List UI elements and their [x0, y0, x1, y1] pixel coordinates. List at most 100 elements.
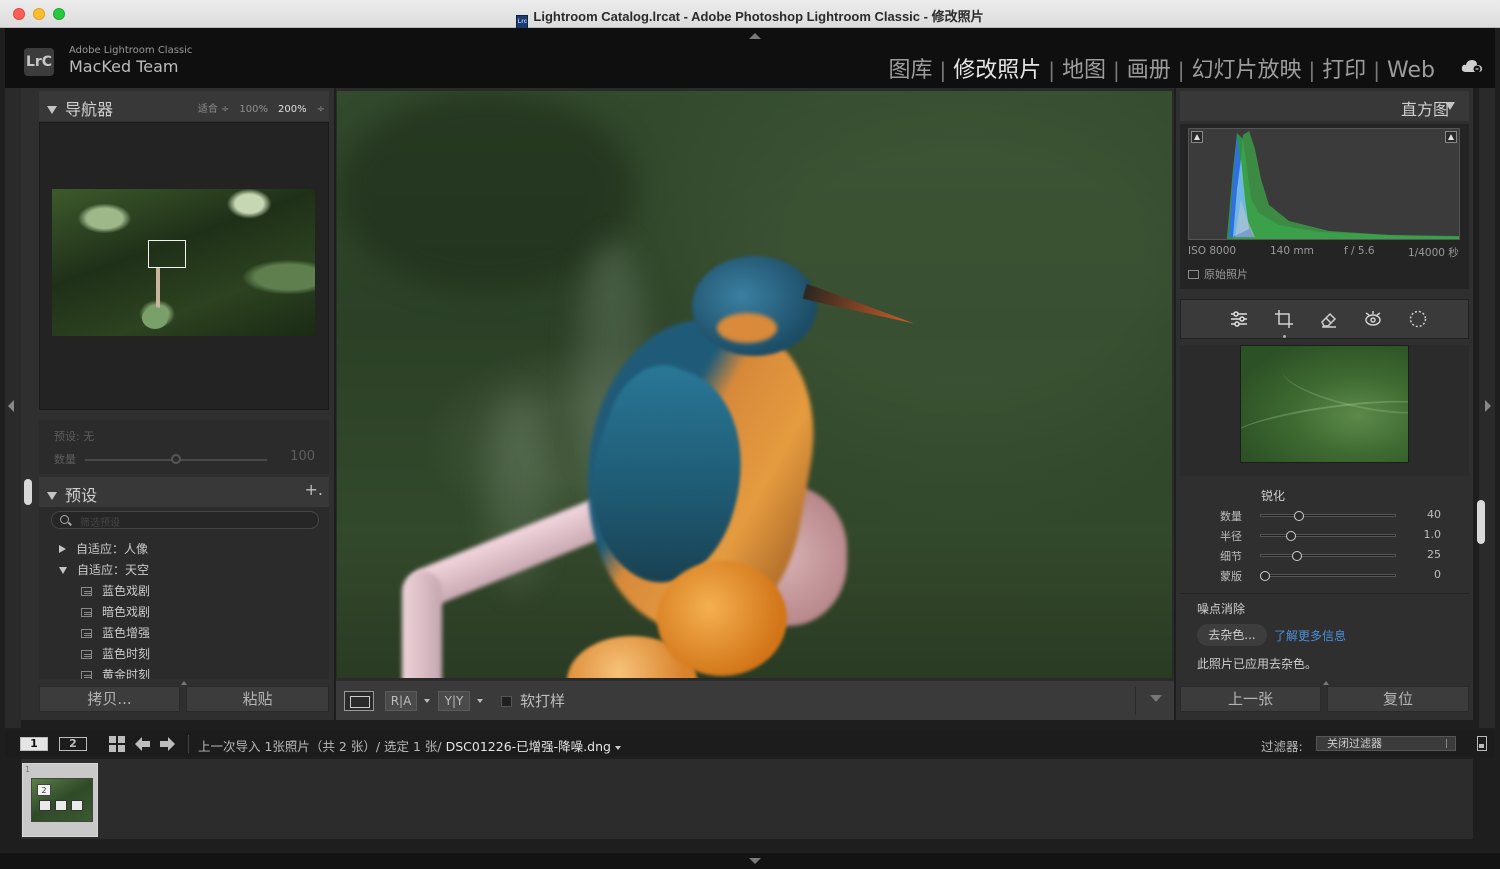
- window-title-text: Lightroom Catalog.lrcat - Adobe Photosho…: [533, 9, 984, 24]
- before-after-yy-button[interactable]: Y|Y: [438, 691, 470, 711]
- filter-select[interactable]: 关闭过滤器: [1316, 736, 1456, 751]
- module-book[interactable]: 画册: [1127, 52, 1171, 84]
- main-screen-button[interactable]: 1: [20, 737, 48, 751]
- bottom-panel-toggle-icon[interactable]: [749, 858, 761, 864]
- sharpen-mask-thumb[interactable]: [1260, 571, 1270, 581]
- histogram-header[interactable]: 直方图: [1180, 91, 1469, 121]
- navigator-header[interactable]: 导航器 适合 ÷ 100% 200% ÷: [39, 91, 329, 121]
- develop-badge-icon[interactable]: [71, 800, 83, 811]
- collection-badge-icon[interactable]: [55, 800, 67, 811]
- learn-more-link[interactable]: 了解更多信息: [1274, 627, 1346, 644]
- grid-icon[interactable]: [109, 736, 125, 752]
- add-preset-button[interactable]: +.: [305, 480, 324, 499]
- product-name: Adobe Lightroom Classic: [69, 45, 193, 56]
- mask-icon[interactable]: [1408, 309, 1428, 329]
- sliders-icon[interactable]: [1229, 309, 1249, 329]
- module-library[interactable]: 图库: [888, 52, 932, 84]
- module-develop[interactable]: 修改照片: [953, 52, 1041, 84]
- preset-item[interactable]: 蓝色时刻: [81, 645, 150, 662]
- metadata-badge-icon[interactable]: [39, 800, 51, 811]
- right-panel-edge[interactable]: [1479, 88, 1495, 728]
- focal-length-value: 140 mm: [1270, 245, 1314, 257]
- crop-icon[interactable]: [1274, 309, 1294, 329]
- preset-item[interactable]: 蓝色增强: [81, 624, 150, 641]
- collapse-right-icon: [1485, 400, 1491, 412]
- histogram-chart[interactable]: [1188, 128, 1460, 240]
- stack-count-badge[interactable]: 2: [37, 784, 51, 796]
- eraser-icon[interactable]: [1319, 309, 1339, 329]
- collapse-left-icon: [8, 400, 14, 412]
- paste-settings-button[interactable]: 粘贴: [186, 686, 329, 712]
- second-screen-button[interactable]: 2: [59, 737, 87, 751]
- presets-search-input[interactable]: 筛选预设: [51, 511, 319, 529]
- navigator-view-rectangle[interactable]: [148, 240, 186, 268]
- forward-arrow-icon[interactable]: [160, 737, 175, 751]
- shadow-clipping-toggle[interactable]: [1191, 131, 1203, 143]
- module-map[interactable]: 地图: [1062, 52, 1106, 84]
- detail-preview[interactable]: [1240, 345, 1409, 463]
- top-panel-toggle-icon[interactable]: [749, 33, 761, 39]
- preset-icon: [81, 650, 92, 659]
- previous-button[interactable]: 上一张: [1180, 686, 1321, 712]
- preset-group-label: 自适应：天空: [77, 563, 150, 577]
- toolbar-menu-icon[interactable]: [1150, 695, 1162, 702]
- cloud-sync-icon[interactable]: [1461, 58, 1483, 74]
- lightroom-window: Lrc Lightroom Catalog.lrcat - Adobe Photo…: [0, 0, 1500, 869]
- noise-reduction-section: 噪点消除 去杂色... 了解更多信息 此照片已应用去杂色。: [1180, 593, 1469, 679]
- redeye-icon[interactable]: [1363, 309, 1383, 329]
- left-panel-scrollbar[interactable]: [24, 479, 32, 505]
- shutter-value: 1/4000 秒: [1408, 247, 1459, 259]
- sharpen-mask-track[interactable]: [1260, 574, 1396, 577]
- preset-group-sky[interactable]: 自适应：天空: [59, 561, 149, 578]
- preset-item[interactable]: 蓝色戏剧: [81, 582, 150, 599]
- presets-list: 筛选预设 自适应：人像 自适应：天空 蓝色戏剧 暗色戏剧 蓝色增强 蓝色时刻 黄…: [39, 507, 329, 679]
- right-panel-scrollbar[interactable]: [1477, 500, 1485, 544]
- sharpen-amount-label: 数量: [1220, 510, 1242, 523]
- module-web[interactable]: Web: [1387, 58, 1435, 83]
- thumbnail-index: 1: [25, 765, 31, 774]
- zoom-more[interactable]: ÷: [317, 104, 325, 115]
- sharpen-amount-thumb[interactable]: [1294, 511, 1305, 521]
- chevron-down-icon: [614, 746, 621, 750]
- back-arrow-icon[interactable]: [135, 737, 150, 751]
- filter-label: 过滤器:: [1261, 739, 1303, 754]
- photo-canvas[interactable]: [337, 91, 1172, 678]
- zoom-100[interactable]: 100%: [239, 104, 268, 115]
- preset-item[interactable]: 黄金时刻: [81, 666, 150, 679]
- chevron-down-icon[interactable]: [424, 699, 430, 703]
- module-slideshow[interactable]: 幻灯片放映: [1192, 52, 1302, 84]
- original-photo-checkbox[interactable]: [1188, 270, 1199, 279]
- preset-icon: [81, 671, 92, 679]
- filter-lock-icon[interactable]: [1477, 736, 1487, 751]
- preset-group-portrait[interactable]: 自适应：人像: [59, 540, 148, 557]
- left-panel-edge[interactable]: [5, 88, 21, 728]
- highlight-clipping-toggle[interactable]: [1445, 131, 1457, 143]
- filmstrip-thumbnail[interactable]: 1 2: [22, 763, 98, 837]
- navigator-thumbnail[interactable]: [52, 189, 315, 336]
- loupe-view-button[interactable]: [344, 691, 374, 711]
- zoom-200[interactable]: 200%: [278, 104, 307, 115]
- chevron-down-icon[interactable]: [477, 699, 483, 703]
- zoom-fit[interactable]: 适合 ÷: [198, 104, 230, 115]
- sharpen-radius-thumb[interactable]: [1286, 531, 1297, 541]
- sharpen-radius-track[interactable]: [1260, 534, 1396, 537]
- histogram-graph: [1227, 131, 1459, 239]
- copy-settings-button[interactable]: 拷贝...: [39, 686, 180, 712]
- photo-branch: [402, 571, 442, 678]
- filmstrip-source[interactable]: 上一次导入 1张照片（共 2 张）/ 选定 1 张/ DSC01226-已增强-…: [198, 736, 621, 755]
- before-after-lr-button[interactable]: R|A: [385, 691, 417, 711]
- presets-header[interactable]: 预设 +.: [39, 477, 329, 507]
- amount-slider-thumb[interactable]: [171, 454, 181, 464]
- preset-item[interactable]: 暗色戏剧: [81, 603, 150, 620]
- sharpen-detail-thumb[interactable]: [1291, 551, 1302, 561]
- reset-button[interactable]: 复位: [1327, 686, 1469, 712]
- expand-triangle-icon: [59, 545, 66, 553]
- sharpen-detail-track[interactable]: [1260, 554, 1396, 557]
- soft-proof-checkbox[interactable]: [501, 696, 512, 707]
- sharpen-amount-track[interactable]: [1260, 514, 1396, 517]
- denoise-button[interactable]: 去杂色...: [1197, 624, 1267, 646]
- navigator-preview[interactable]: [39, 122, 329, 410]
- team-name: MacKed Team: [69, 57, 179, 76]
- panel-tab-icon: [1323, 681, 1329, 685]
- module-print[interactable]: 打印: [1322, 52, 1366, 84]
